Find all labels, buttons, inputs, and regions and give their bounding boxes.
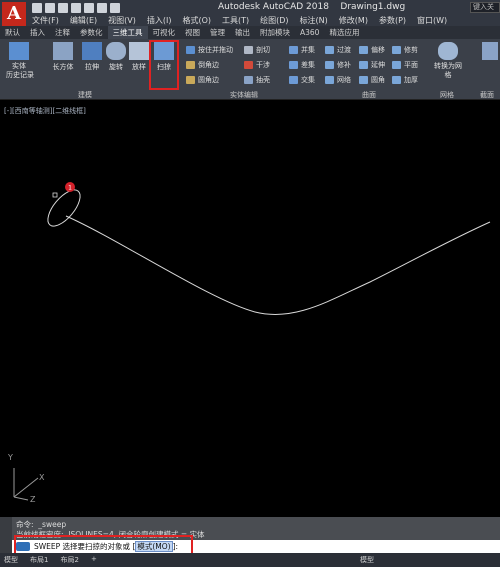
grip-point[interactable] <box>52 192 58 198</box>
drawing-canvas[interactable]: 1 Y X Z <box>0 0 500 567</box>
sweep-path-curve[interactable] <box>65 215 491 315</box>
model-space-toggle[interactable]: 模型 <box>360 555 374 565</box>
command-highlight-box <box>14 535 193 555</box>
command-window-grip[interactable] <box>0 517 12 553</box>
status-bar: 模型 布局1 布局2 + 模型 <box>0 553 500 567</box>
svg-text:1: 1 <box>68 185 72 192</box>
add-layout-button[interactable]: + <box>91 555 97 565</box>
ucs-z-label: Z <box>30 495 36 504</box>
tab-layout1[interactable]: 布局1 <box>30 555 48 565</box>
ucs-x-label: X <box>39 473 45 482</box>
tab-layout2[interactable]: 布局2 <box>60 555 78 565</box>
tab-model[interactable]: 模型 <box>4 555 18 565</box>
ucs-y-label: Y <box>7 453 13 462</box>
circle-profile[interactable] <box>42 185 86 232</box>
